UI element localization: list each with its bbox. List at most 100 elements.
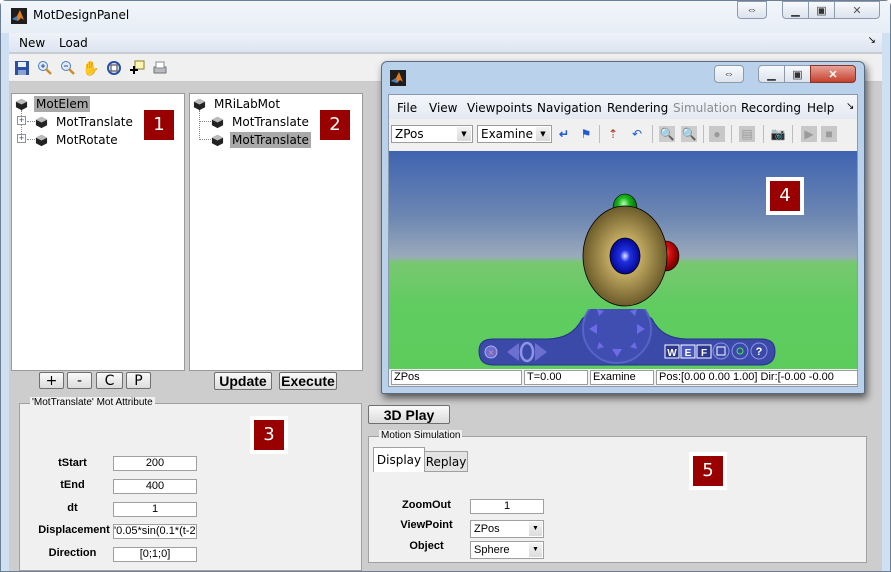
displacement-label: Displacement (38, 524, 110, 536)
tab-display[interactable]: Display (373, 447, 425, 472)
viewer-menu-viewpoints[interactable]: Viewpoints (467, 101, 532, 115)
viewer-menu-simulation[interactable]: Simulation (673, 101, 737, 115)
viewer-menu-overflow-icon[interactable]: ↘ (846, 101, 854, 112)
close-icon: ✕ (828, 68, 838, 81)
tree-node-motrotate[interactable]: MotRotate (35, 131, 120, 149)
nav-window-icon[interactable] (712, 342, 730, 360)
pan-hand-icon[interactable]: ✋ (82, 59, 100, 77)
matlab-logo-icon (11, 8, 27, 24)
viewer-restore-size-button[interactable]: ⇔ (714, 65, 744, 83)
viewer-menu-view[interactable]: View (429, 101, 457, 115)
dropdown-arrow-icon: ▼ (457, 127, 471, 141)
expand-icon[interactable]: + (17, 116, 26, 125)
group-title: 'MotTranslate' Mot Attribute (30, 397, 155, 408)
viewpoint-select[interactable]: ZPos ▼ (470, 520, 544, 538)
group-title: Motion Simulation (379, 430, 463, 441)
record-icon[interactable]: ● (709, 126, 725, 142)
execute-button[interactable]: Execute (279, 372, 337, 390)
add-button[interactable]: + (39, 372, 64, 389)
data-cursor-icon[interactable] (128, 59, 146, 77)
viewer-menu-help[interactable]: Help (807, 101, 834, 115)
motion-simulation-group: Motion Simulation Display Replay 5 ZoomO… (368, 430, 867, 563)
undo-move-icon[interactable]: ↶ (629, 126, 645, 142)
status-position: Pos:[0.00 0.00 1.00] Dir:[-0.00 -0.00 (656, 370, 858, 385)
tree-node-mrilabmot[interactable]: MRiLabMot (193, 95, 282, 113)
clipboard-icon[interactable]: ▤ (739, 126, 755, 142)
tree-connector (27, 139, 35, 140)
rotate-3d-icon[interactable] (105, 59, 123, 77)
viewer-menu-recording[interactable]: Recording (741, 101, 801, 115)
minimize-button[interactable]: ▁ (782, 1, 809, 19)
3d-play-button[interactable]: 3D Play (368, 405, 450, 424)
maximize-icon: ▣ (792, 68, 803, 81)
navigation-panel[interactable]: × W E F ? (477, 309, 777, 375)
tree-node-mottranslate[interactable]: MotTranslate (35, 113, 135, 131)
tstart-input[interactable]: 200 (113, 456, 197, 471)
tree-connector (199, 110, 200, 140)
menu-overflow-icon[interactable]: ↘ (868, 35, 876, 46)
viewer-menu-rendering[interactable]: Rendering (607, 101, 668, 115)
headlight-icon[interactable] (731, 342, 749, 360)
tree-node-mottranslate-2[interactable]: MotTranslate (211, 131, 311, 149)
zoom-in-icon[interactable] (36, 59, 54, 77)
update-button[interactable]: Update (214, 372, 272, 390)
print-icon[interactable] (151, 59, 169, 77)
3d-viewport[interactable]: 4 × W E F ? (389, 151, 857, 375)
toolbar-separator (792, 125, 793, 143)
viewer-menu-navigation[interactable]: Navigation (537, 101, 602, 115)
dt-label: dt (67, 502, 78, 514)
tree-label: MotTranslate (56, 115, 133, 129)
tree-label: MotRotate (56, 133, 118, 147)
mot-elem-tree[interactable]: MotElem + MotTranslate + MotRotate 1 (11, 93, 185, 371)
navigation-combo[interactable]: Examine ▼ (477, 125, 552, 143)
zoomout-input[interactable]: 1 (470, 499, 544, 514)
zoom-in-icon[interactable]: 🔍 (659, 126, 675, 142)
play-icon[interactable]: ▶ (801, 126, 817, 142)
direction-input[interactable]: [0;1;0] (113, 547, 197, 562)
copy-button[interactable]: C (96, 372, 123, 389)
menu-new[interactable]: New (19, 36, 45, 50)
displacement-input[interactable]: '0.05*sin(0.1*(t-2 (113, 524, 197, 539)
close-icon: ✕ (852, 4, 862, 17)
svg-text:?: ? (756, 346, 763, 358)
straighten-icon[interactable]: ⇡ (605, 126, 621, 142)
paste-button[interactable]: P (126, 372, 151, 389)
stop-icon[interactable]: ■ (821, 126, 837, 142)
zoom-out-icon[interactable]: 🔍 (681, 126, 697, 142)
camera-icon[interactable]: 📷 (770, 126, 786, 142)
svg-text:F: F (701, 348, 707, 359)
viewer-minimize-button[interactable]: ▁ (758, 65, 785, 83)
tab-replay[interactable]: Replay (424, 451, 468, 472)
expand-icon[interactable]: + (17, 134, 26, 143)
dropdown-arrow-icon: ▼ (529, 543, 542, 557)
close-button[interactable]: ✕ (834, 1, 880, 19)
tend-input[interactable]: 400 (113, 479, 197, 494)
return-icon[interactable]: ↵ (556, 126, 572, 142)
flag-icon[interactable]: ⚑ (578, 126, 594, 142)
restore-size-button[interactable]: ⇔ (737, 1, 767, 19)
viewpoint-combo[interactable]: ZPos ▼ (391, 125, 473, 143)
status-time: T=0.00 (524, 370, 588, 385)
cube-icon (15, 98, 28, 110)
minimize-icon: ▁ (791, 4, 800, 17)
viewer-close-button[interactable]: ✕ (810, 65, 856, 83)
viewer-menu-file[interactable]: File (397, 101, 417, 115)
dt-input[interactable]: 1 (113, 502, 197, 517)
viewer-window: ⇔ ▁ ▣ ✕ File View Viewpoints Navigation … (381, 61, 865, 394)
mrilab-mot-tree[interactable]: MRiLabMot MotTranslate MotTranslate 2 (189, 93, 363, 371)
svg-text:W: W (667, 348, 677, 359)
tree-node-mottranslate-1[interactable]: MotTranslate (211, 113, 311, 131)
double-arrow-icon: ⇔ (723, 68, 735, 80)
menu-load[interactable]: Load (59, 36, 88, 50)
tree-label: MotElem (34, 96, 91, 112)
tree-node-motelem[interactable]: MotElem (15, 95, 91, 113)
remove-button[interactable]: - (67, 372, 92, 389)
zoom-out-icon[interactable] (59, 59, 77, 77)
save-icon[interactable] (13, 59, 31, 77)
object-select[interactable]: Sphere ▼ (470, 541, 544, 559)
dropdown-arrow-icon: ▼ (529, 522, 542, 536)
cube-icon (193, 98, 206, 110)
maximize-button[interactable]: ▣ (808, 1, 835, 19)
svg-text:E: E (685, 348, 692, 359)
viewer-maximize-button[interactable]: ▣ (784, 65, 811, 83)
